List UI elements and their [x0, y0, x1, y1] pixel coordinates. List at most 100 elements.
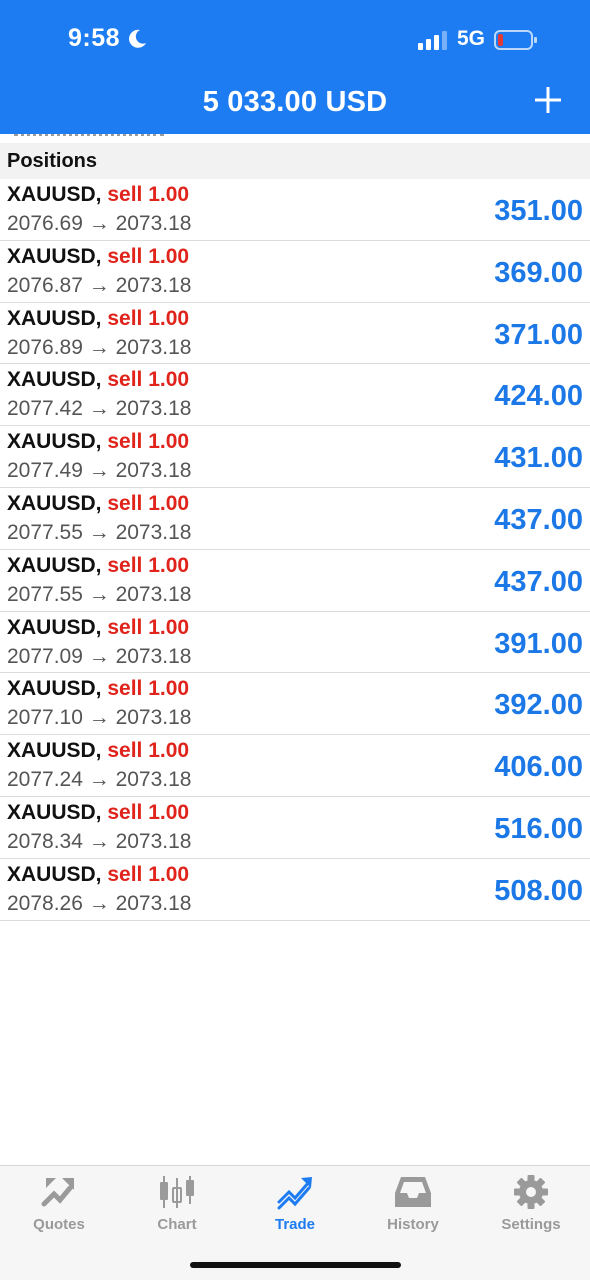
- position-row[interactable]: XAUUSD, sell 1.00 2078.26 → 2073.18 508.00: [0, 859, 590, 921]
- position-prices: 2078.26 → 2073.18: [7, 891, 192, 915]
- inbox-icon: [395, 1177, 431, 1207]
- position-row[interactable]: XAUUSD, sell 1.00 2077.10 → 2073.18 392.00: [0, 673, 590, 736]
- trade-icon: [277, 1177, 312, 1210]
- position-symbol: XAUUSD,: [7, 368, 102, 392]
- position-row[interactable]: XAUUSD, sell 1.00 2076.69 → 2073.18 351.00: [0, 179, 590, 241]
- position-title: XAUUSD, sell 1.00: [7, 677, 189, 701]
- position-prices: 2077.55 → 2073.18: [7, 520, 192, 544]
- position-row[interactable]: XAUUSD, sell 1.00 2076.89 → 2073.18 371.00: [0, 303, 590, 365]
- tab-history[interactable]: History: [354, 1174, 472, 1233]
- position-profit: 392.00: [494, 689, 583, 722]
- position-symbol: XAUUSD,: [7, 244, 102, 268]
- position-row[interactable]: XAUUSD, sell 1.00 2077.09 → 2073.18 391.00: [0, 612, 590, 674]
- position-row[interactable]: XAUUSD, sell 1.00 2077.42 → 2073.18 424.00: [0, 364, 590, 427]
- position-side: sell 1.00: [107, 491, 190, 515]
- tab-settings[interactable]: Settings: [472, 1174, 590, 1233]
- candlestick-icon: [160, 1176, 194, 1208]
- position-profit: 431.00: [494, 442, 583, 475]
- positions-list: XAUUSD, sell 1.00 2076.69 → 2073.18 351.00…: [0, 179, 590, 921]
- position-side: sell 1.00: [107, 739, 190, 763]
- tab-trade[interactable]: Trade: [236, 1174, 354, 1233]
- battery-low-icon: [494, 30, 537, 50]
- position-prices: 2077.24 → 2073.18: [7, 768, 192, 792]
- position-side: sell 1.00: [107, 553, 190, 577]
- position-side: sell 1.00: [107, 430, 190, 454]
- position-profit: 369.00: [494, 256, 583, 289]
- account-balance: 5 033.00 USD: [202, 86, 388, 118]
- gear-icon: [514, 1175, 548, 1209]
- tab-label: Quotes: [33, 1216, 85, 1233]
- tab-label: History: [387, 1216, 439, 1233]
- position-prices: 2076.69 → 2073.18: [7, 212, 192, 235]
- position-symbol: XAUUSD,: [7, 739, 102, 763]
- position-profit: 351.00: [494, 195, 583, 227]
- position-title: XAUUSD, sell 1.00: [7, 554, 189, 578]
- position-symbol: XAUUSD,: [7, 553, 102, 577]
- position-profit: 508.00: [494, 874, 583, 907]
- position-title: XAUUSD, sell 1.00: [7, 430, 189, 454]
- signal-icon: [418, 31, 447, 50]
- position-title: XAUUSD, sell 1.00: [7, 492, 189, 516]
- position-profit: 391.00: [494, 627, 583, 660]
- position-side: sell 1.00: [107, 183, 190, 206]
- position-profit: 424.00: [494, 380, 583, 413]
- position-title: XAUUSD, sell 1.00: [7, 245, 189, 269]
- network-label: 5G: [457, 27, 486, 50]
- position-profit: 437.00: [494, 503, 583, 536]
- position-prices: 2077.55 → 2073.18: [7, 582, 192, 606]
- position-symbol: XAUUSD,: [7, 615, 102, 639]
- quotes-icon: [41, 1178, 74, 1207]
- position-profit: 516.00: [494, 812, 583, 845]
- position-symbol: XAUUSD,: [7, 183, 102, 206]
- position-profit: 371.00: [494, 318, 583, 351]
- position-title: XAUUSD, sell 1.00: [7, 616, 189, 640]
- position-prices: 2077.49 → 2073.18: [7, 459, 192, 483]
- position-prices: 2077.10 → 2073.18: [7, 706, 192, 730]
- position-title: XAUUSD, sell 1.00: [7, 739, 189, 763]
- top-bar: 9:58 5G 5 033.00 USD: [0, 0, 590, 134]
- position-side: sell 1.00: [107, 306, 190, 330]
- position-title: XAUUSD, sell 1.00: [7, 863, 189, 887]
- position-symbol: XAUUSD,: [7, 862, 102, 886]
- position-row[interactable]: XAUUSD, sell 1.00 2077.55 → 2073.18 437.00: [0, 550, 590, 612]
- position-side: sell 1.00: [107, 368, 190, 392]
- position-title: XAUUSD, sell 1.00: [7, 801, 189, 825]
- clock: 9:58: [68, 24, 121, 52]
- position-side: sell 1.00: [107, 244, 190, 268]
- moon-icon: [126, 28, 148, 50]
- position-title: XAUUSD, sell 1.00: [7, 183, 189, 207]
- section-title: Positions: [0, 143, 590, 179]
- home-indicator[interactable]: [190, 1262, 401, 1268]
- position-title: XAUUSD, sell 1.00: [7, 368, 189, 392]
- position-row[interactable]: XAUUSD, sell 1.00 2077.24 → 2073.18 406.00: [0, 735, 590, 797]
- tab-label: Trade: [274, 1216, 316, 1233]
- position-row[interactable]: XAUUSD, sell 1.00 2076.87 → 2073.18 369.00: [0, 241, 590, 303]
- position-prices: 2076.89 → 2073.18: [7, 335, 192, 359]
- position-title: XAUUSD, sell 1.00: [7, 307, 189, 331]
- position-row[interactable]: XAUUSD, sell 1.00 2078.34 → 2073.18 516.00: [0, 797, 590, 859]
- position-side: sell 1.00: [107, 677, 190, 701]
- position-side: sell 1.00: [107, 862, 190, 886]
- position-symbol: XAUUSD,: [7, 430, 102, 454]
- position-profit: 406.00: [494, 751, 583, 784]
- position-prices: 2076.87 → 2073.18: [7, 273, 192, 297]
- position-side: sell 1.00: [107, 800, 190, 824]
- tab-chart[interactable]: Chart: [118, 1174, 236, 1233]
- position-prices: 2077.42 → 2073.18: [7, 397, 192, 421]
- position-symbol: XAUUSD,: [7, 491, 102, 515]
- scrolled-remnant: [0, 134, 590, 143]
- position-side: sell 1.00: [107, 615, 190, 639]
- position-symbol: XAUUSD,: [7, 677, 102, 701]
- tab-label: Chart: [157, 1216, 197, 1233]
- position-symbol: XAUUSD,: [7, 800, 102, 824]
- tab-quotes[interactable]: Quotes: [0, 1174, 118, 1233]
- position-prices: 2078.34 → 2073.18: [7, 829, 192, 853]
- position-symbol: XAUUSD,: [7, 306, 102, 330]
- position-profit: 437.00: [494, 565, 583, 598]
- tab-label: Settings: [501, 1216, 561, 1233]
- status-time: 9:58: [68, 24, 148, 53]
- position-prices: 2077.09 → 2073.18: [7, 644, 192, 668]
- position-row[interactable]: XAUUSD, sell 1.00 2077.55 → 2073.18 437.00: [0, 488, 590, 550]
- plus-icon[interactable]: [530, 82, 566, 118]
- position-row[interactable]: XAUUSD, sell 1.00 2077.49 → 2073.18 431.00: [0, 426, 590, 488]
